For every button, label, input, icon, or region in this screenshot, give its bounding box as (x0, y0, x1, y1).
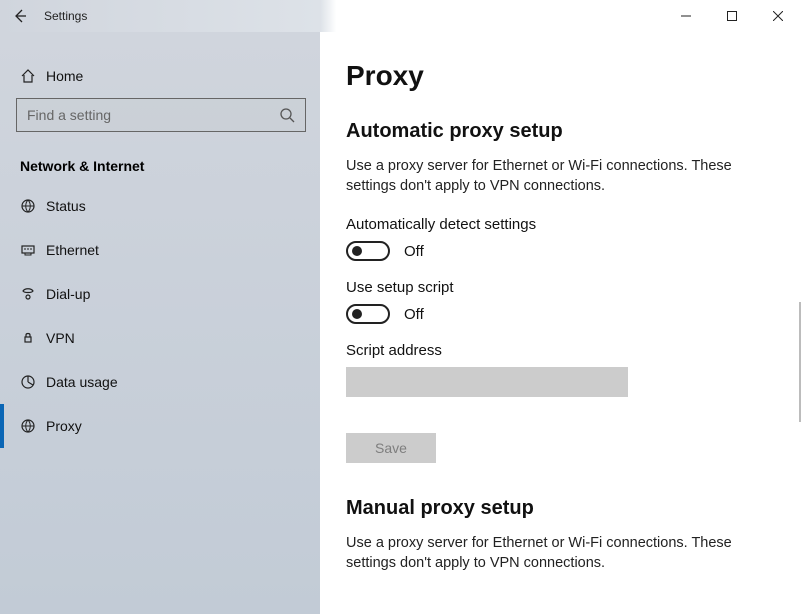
sidebar-home[interactable]: Home (0, 54, 320, 98)
window-title: Settings (40, 9, 87, 23)
sidebar-item-datausage[interactable]: Data usage (0, 360, 320, 404)
sidebar-item-label: Proxy (46, 418, 82, 434)
vpn-icon (20, 328, 46, 348)
auto-proxy-heading: Automatic proxy setup (346, 120, 771, 143)
ethernet-icon (20, 240, 46, 260)
close-button[interactable] (755, 0, 801, 32)
window-controls (663, 0, 801, 32)
data-usage-icon (20, 372, 46, 392)
proxy-icon (20, 416, 46, 436)
sidebar-item-ethernet[interactable]: Ethernet (0, 228, 320, 272)
script-address-label: Script address (346, 342, 771, 359)
sidebar-category-heading: Network & Internet (0, 140, 320, 184)
globe-icon (20, 196, 46, 216)
dialup-icon (20, 284, 46, 304)
toggle-knob (352, 246, 362, 256)
manual-proxy-desc: Use a proxy server for Ethernet or Wi-Fi… (346, 534, 771, 573)
script-address-input[interactable] (346, 367, 628, 397)
toggle-knob (352, 309, 362, 319)
arrow-left-icon (12, 8, 28, 24)
search-icon (279, 107, 295, 123)
maximize-button[interactable] (709, 0, 755, 32)
sidebar-item-label: Ethernet (46, 242, 99, 258)
auto-detect-state: Off (404, 243, 424, 260)
auto-proxy-desc: Use a proxy server for Ethernet or Wi-Fi… (346, 157, 771, 196)
sidebar-item-dialup[interactable]: Dial-up (0, 272, 320, 316)
main-content: Proxy Automatic proxy setup Use a proxy … (320, 32, 801, 614)
back-button[interactable] (0, 0, 40, 32)
selection-indicator (0, 404, 4, 448)
search-input[interactable] (27, 107, 269, 123)
sidebar-home-label: Home (46, 68, 83, 84)
search-input-wrap[interactable] (16, 98, 306, 132)
sidebar-item-label: Dial-up (46, 286, 90, 302)
auto-detect-toggle[interactable] (346, 241, 390, 261)
minimize-button[interactable] (663, 0, 709, 32)
setup-script-label: Use setup script (346, 279, 771, 296)
setup-script-state: Off (404, 306, 424, 323)
title-bar: Settings (0, 0, 801, 32)
maximize-icon (727, 11, 737, 21)
setup-script-toggle[interactable] (346, 304, 390, 324)
page-title: Proxy (346, 60, 771, 92)
close-icon (773, 11, 783, 21)
sidebar-item-label: VPN (46, 330, 75, 346)
save-button[interactable]: Save (346, 433, 436, 463)
sidebar-item-status[interactable]: Status (0, 184, 320, 228)
manual-proxy-heading: Manual proxy setup (346, 497, 771, 520)
sidebar: Home Network & Internet Status Ethernet … (0, 32, 320, 614)
sidebar-item-vpn[interactable]: VPN (0, 316, 320, 360)
minimize-icon (681, 11, 691, 21)
sidebar-item-label: Data usage (46, 374, 118, 390)
sidebar-item-label: Status (46, 198, 86, 214)
auto-detect-label: Automatically detect settings (346, 216, 771, 233)
home-icon (20, 66, 46, 86)
sidebar-item-proxy[interactable]: Proxy (0, 404, 320, 448)
